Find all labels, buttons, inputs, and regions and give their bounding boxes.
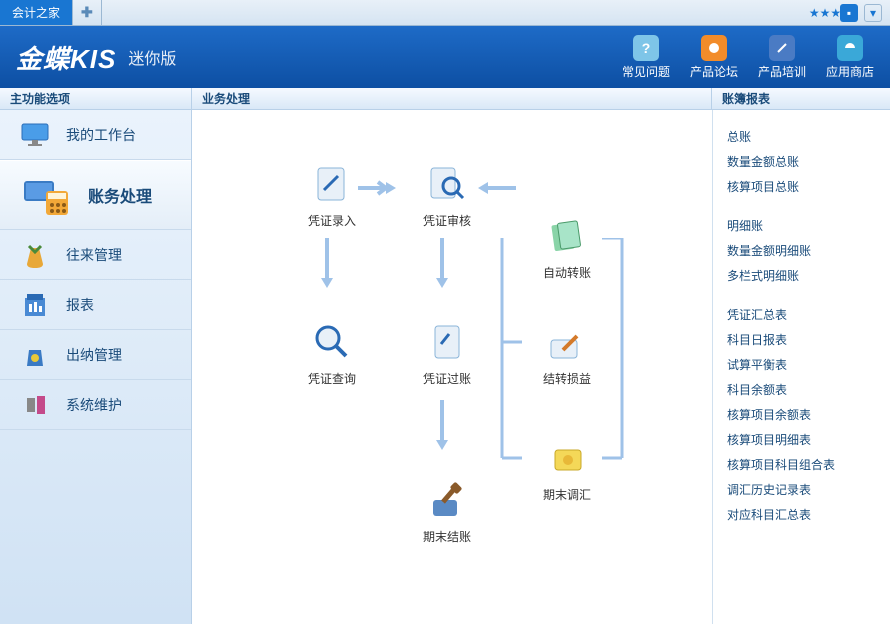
report-link[interactable]: 核算项目余额表 (727, 406, 876, 423)
section-left-title: 主功能选项 (0, 88, 192, 109)
header-link-forum[interactable]: 产品论坛 (690, 35, 738, 80)
report-link[interactable]: 数量金额明细账 (727, 242, 876, 259)
header-link-store[interactable]: 应用商店 (826, 35, 874, 80)
report-link[interactable]: 科目日报表 (727, 331, 876, 348)
gavel-icon (425, 478, 469, 522)
moneybag-icon (18, 241, 52, 269)
report-link[interactable]: 对应科目汇总表 (727, 506, 876, 523)
sidebar-item-system[interactable]: 系统维护 (0, 380, 191, 430)
sidebar-item-label: 往来管理 (66, 245, 122, 265)
cashier-icon (18, 341, 52, 369)
tab-add[interactable]: ✚ (73, 0, 102, 25)
dropdown-icon[interactable]: ▾ (864, 4, 882, 22)
node-voucher-post[interactable]: 凭证过账 (407, 320, 487, 387)
node-label: 凭证查询 (308, 370, 356, 387)
bracket-line-icon (492, 238, 632, 478)
header-link-training[interactable]: 产品培训 (758, 35, 806, 80)
report-link[interactable]: 核算项目科目组合表 (727, 456, 876, 473)
node-label: 期末结账 (423, 528, 471, 545)
monitor-icon (18, 121, 52, 149)
arrow-down-icon (434, 400, 450, 450)
report-link[interactable]: 多栏式明细账 (727, 267, 876, 284)
sidebar-item-ar[interactable]: 往来管理 (0, 230, 191, 280)
sidebar-item-accounting[interactable]: 账务处理 (0, 160, 191, 230)
section-headings: 主功能选项 业务处理 账簿报表 (0, 88, 890, 110)
message-icon[interactable]: ▪ (840, 4, 858, 22)
store-icon (837, 35, 863, 61)
forum-icon (701, 35, 727, 61)
workflow-canvas: 凭证录入 凭证审核 自动转账 凭证查询 凭证过账 结转损益 期末调汇 期末结账 (192, 110, 712, 624)
report-link[interactable]: 试算平衡表 (727, 356, 876, 373)
document-search-icon (425, 162, 469, 206)
node-label: 期末调汇 (543, 486, 591, 503)
report-link[interactable]: 科目余额表 (727, 381, 876, 398)
arrow-down-icon (434, 238, 450, 288)
tab-home[interactable]: 会计之家 (0, 0, 73, 25)
question-icon: ? (633, 35, 659, 61)
tab-bar: 会计之家 ✚ ★★★ ▪ ▾ (0, 0, 890, 26)
node-label: 凭证录入 (308, 212, 356, 229)
app-logo: 金蝶KIS (16, 39, 116, 76)
sidebar: 我的工作台 账务处理 往来管理 报表 出纳管理 系统维护 (0, 110, 192, 624)
report-link[interactable]: 核算项目总账 (727, 178, 876, 195)
rating-icon[interactable]: ★★★ (816, 4, 834, 22)
sidebar-item-label: 我的工作台 (66, 125, 136, 145)
report-icon (18, 291, 52, 319)
report-link[interactable]: 核算项目明细表 (727, 431, 876, 448)
node-label: 凭证过账 (423, 370, 471, 387)
sidebar-item-cashier[interactable]: 出纳管理 (0, 330, 191, 380)
tabbar-right: ★★★ ▪ ▾ (816, 0, 890, 25)
sidebar-item-workbench[interactable]: 我的工作台 (0, 110, 191, 160)
header-link-label: 产品培训 (758, 63, 806, 80)
sidebar-item-label: 出纳管理 (66, 345, 122, 365)
report-link[interactable]: 数量金额总账 (727, 153, 876, 170)
document-check-icon (425, 320, 469, 364)
report-link[interactable]: 调汇历史记录表 (727, 481, 876, 498)
report-link[interactable]: 凭证汇总表 (727, 306, 876, 323)
report-panel: 总账 数量金额总账 核算项目总账 明细账 数量金额明细账 多栏式明细账 凭证汇总… (712, 110, 890, 624)
header-link-label: 应用商店 (826, 63, 874, 80)
report-link[interactable]: 总账 (727, 128, 876, 145)
magnifier-icon (310, 320, 354, 364)
sidebar-item-label: 报表 (66, 295, 94, 315)
sidebar-item-report[interactable]: 报表 (0, 280, 191, 330)
report-link[interactable]: 明细账 (727, 217, 876, 234)
svg-text:?: ? (642, 40, 651, 56)
section-right-title: 账簿报表 (712, 88, 890, 109)
arrow-down-icon (319, 238, 335, 288)
sidebar-item-label: 系统维护 (66, 395, 122, 415)
header-link-faq[interactable]: ? 常见问题 (622, 35, 670, 80)
node-label: 凭证审核 (423, 212, 471, 229)
sidebar-item-label: 账务处理 (88, 183, 152, 207)
training-icon (769, 35, 795, 61)
app-header: 金蝶KIS 迷你版 ? 常见问题 产品论坛 产品培训 应用商店 (0, 26, 890, 88)
arrow-right-icon (358, 180, 396, 196)
tools-icon (18, 391, 52, 419)
header-links: ? 常见问题 产品论坛 产品培训 应用商店 (622, 35, 874, 80)
document-pen-icon (310, 162, 354, 206)
accounting-icon (18, 171, 74, 219)
node-voucher-query[interactable]: 凭证查询 (292, 320, 372, 387)
node-period-close[interactable]: 期末结账 (407, 478, 487, 545)
header-link-label: 常见问题 (622, 63, 670, 80)
arrow-left-icon (474, 180, 516, 196)
app-edition: 迷你版 (124, 44, 180, 70)
header-link-label: 产品论坛 (690, 63, 738, 80)
section-mid-title: 业务处理 (192, 88, 712, 109)
